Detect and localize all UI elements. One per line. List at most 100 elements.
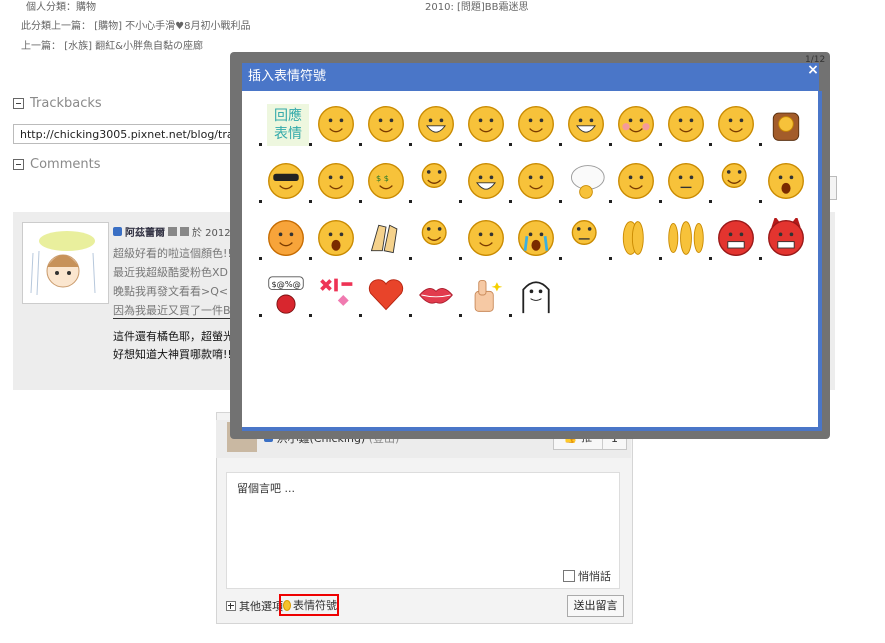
secret-checkbox[interactable] (563, 570, 575, 582)
more-options[interactable]: 其他選項 (226, 598, 283, 614)
tiny-smile-face (721, 163, 747, 189)
comment-textarea[interactable]: 留個言吧 ... (226, 472, 620, 589)
kiss-face (421, 163, 447, 189)
smug-face (668, 106, 704, 142)
trackbacks-heading[interactable]: Trackbacks (13, 96, 102, 111)
backpack-icon[interactable] (759, 100, 808, 148)
reply-emote-icon[interactable]: 回應 表情 (259, 100, 309, 148)
hug-face (268, 220, 304, 256)
thumbs-up-sparkle-icon[interactable] (459, 271, 508, 319)
dizzy-icon[interactable] (609, 157, 658, 205)
lips-icon[interactable] (409, 271, 458, 319)
heart-icon[interactable] (359, 271, 408, 319)
wink-icon[interactable] (709, 100, 758, 148)
commenter-avatar[interactable] (22, 222, 109, 304)
dialog-title: 插入表情符號 (242, 63, 819, 91)
speech-bubble-face (571, 165, 605, 199)
tiny-smile-icon[interactable] (709, 157, 758, 205)
comments-title: Comments (30, 157, 101, 172)
prev-post-link[interactable]: [水族] 翻紅&小胖魚自黏の座廊 (64, 41, 203, 52)
spin-icon[interactable] (609, 214, 658, 262)
category-link[interactable]: 購物 (76, 2, 96, 13)
grin-teeth-icon[interactable] (409, 100, 458, 148)
prev-in-category-link[interactable]: [購物] 不小心手滑♥8月初小戰利品 (94, 21, 250, 32)
puppy-eyes-icon[interactable] (459, 214, 508, 262)
dot-marker (259, 314, 262, 317)
secret-option[interactable]: 悄悄話 (563, 568, 611, 584)
blush-icon[interactable] (609, 100, 658, 148)
laugh-icon[interactable] (559, 100, 608, 148)
collapse-icon[interactable] (13, 159, 24, 170)
content-icon[interactable] (459, 100, 508, 148)
angry-red-icon[interactable] (709, 214, 758, 262)
dot-marker (759, 200, 762, 203)
dot-marker (559, 143, 562, 146)
cool-sunglasses-icon[interactable] (259, 157, 308, 205)
grin-teeth-face (418, 106, 454, 142)
hug-icon[interactable] (259, 214, 308, 262)
emoticon-link[interactable]: 表情符號 (279, 594, 339, 616)
cover-mouth-face (518, 106, 554, 142)
expand-icon (226, 601, 236, 611)
comment-author[interactable]: 阿茲蕾爾 (125, 224, 165, 239)
close-icon[interactable]: × (803, 62, 823, 78)
trackback-url-field[interactable]: http://chicking3005.pixnet.net/blog/trac… (13, 124, 253, 144)
prev-post: 上一篇： [水族] 翻紅&小胖魚自黏の座廊 (21, 37, 203, 52)
dialog-edge (818, 91, 822, 431)
dot-marker (459, 200, 462, 203)
tiny-sick-icon[interactable] (409, 214, 458, 262)
dot-marker (359, 143, 362, 146)
submit-comment-button[interactable]: 送出留言 (567, 595, 624, 617)
laugh-cry-thumb-icon[interactable] (459, 157, 508, 205)
shake-head-face (668, 221, 704, 255)
related-post-link[interactable]: 2010: [問題]BB霜迷思 (425, 0, 529, 13)
devil-icon[interactable] (759, 214, 808, 262)
collapse-icon[interactable] (13, 98, 24, 109)
badge-icon (180, 227, 189, 236)
money-eyes-icon[interactable]: $ $ (359, 157, 408, 205)
dot-marker (759, 143, 762, 146)
drool-face (518, 163, 554, 199)
dot-marker (259, 257, 262, 260)
crying-icon[interactable] (509, 214, 558, 262)
comments-heading[interactable]: Comments (13, 157, 100, 172)
smile-shy-icon[interactable] (309, 100, 358, 148)
content-face (468, 106, 504, 142)
avatar-illustration (30, 231, 96, 296)
anger-mark-face (320, 278, 353, 306)
tiny-sad-icon[interactable] (559, 214, 608, 262)
speech-bubble-icon[interactable] (559, 157, 608, 205)
smile-happy-face (368, 106, 404, 142)
cover-mouth-icon[interactable] (509, 100, 558, 148)
dot-marker (659, 257, 662, 260)
dot-marker (459, 314, 462, 317)
cursing-face: $@%@ (268, 276, 304, 314)
dot-marker (409, 314, 412, 317)
reply-line: 好想知道大神買哪款唷!! (113, 348, 232, 361)
clap-hands-icon[interactable] (359, 214, 408, 262)
svg-text:$@%@: $@%@ (271, 279, 300, 289)
dot-marker (609, 200, 612, 203)
drool-icon[interactable] (509, 157, 558, 205)
clap-hands-face (370, 224, 398, 254)
reply-tile-line: 回應 (274, 108, 302, 124)
straight-face-icon[interactable] (659, 157, 708, 205)
shake-head-icon[interactable] (659, 214, 708, 262)
dot-marker (509, 200, 512, 203)
smile-happy-icon[interactable] (359, 100, 408, 148)
thumbs-ok-icon[interactable] (309, 157, 358, 205)
angry-red-face (718, 220, 754, 256)
category-label: 個人分類： (26, 2, 76, 13)
cursing-icon[interactable]: $@%@ (259, 271, 308, 319)
kiss-icon[interactable] (409, 157, 458, 205)
smiley-icon (283, 599, 291, 611)
surprised-icon[interactable] (309, 214, 358, 262)
anger-mark-icon[interactable] (309, 271, 358, 319)
more-options-label: 其他選項 (239, 600, 283, 613)
smug-icon[interactable] (659, 100, 708, 148)
tiny-sad-face (571, 220, 597, 246)
staring-icon[interactable] (759, 157, 808, 205)
ghost-icon[interactable] (509, 271, 558, 319)
spin-face (622, 221, 644, 255)
dot-marker (409, 200, 412, 203)
